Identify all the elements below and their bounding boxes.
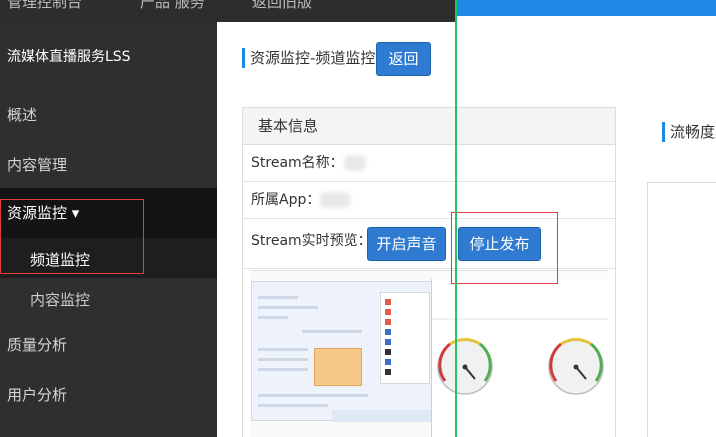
top-blue-bar [455,0,716,16]
app-row: 所属App： [243,182,615,219]
sidebar-item-content-monitor[interactable]: 内容监控 [30,289,90,310]
sidebar-item-user-analysis[interactable]: 用户分析 [7,384,67,405]
sidebar-item-label: 频道监控 [30,251,91,269]
preview-menu [380,292,430,384]
enable-sound-button[interactable]: 开启声音 [367,227,446,261]
gauge-icons [432,318,608,395]
sidebar-title: 流媒体直播服务LSS [7,49,131,65]
panel-title: 基本信息 [243,108,615,145]
back-button[interactable]: 返回 [376,42,431,76]
sidebar-item-content-management[interactable]: 内容管理 [7,154,67,175]
basic-info-panel: 基本信息 Stream名称： 所属App： Stream实时预览： 开启声音 停… [242,107,616,437]
fluency-monitor-title: 流畅度监 [662,122,716,142]
preview-bottom-bar [332,410,432,422]
page-title: 资源监控-频道监控 [242,48,375,68]
nav-old-version[interactable]: 返回旧版 [252,0,312,12]
app-label: 所属App： [251,192,321,208]
preview-gauges [431,279,608,437]
stop-publish-button[interactable]: 停止发布 [458,227,541,261]
guide-line [455,0,457,437]
preview-label: Stream实时预览： [251,233,372,249]
sidebar: 流媒体直播服务LSS 概述 内容管理 资源监控 ▾ 频道监控 内容监控 质量分析… [0,22,217,437]
preview-screenshot-left [251,281,433,422]
sidebar-item-label: 资源监控 ▾ [7,204,80,222]
sidebar-item-channel-monitor[interactable]: 频道监控 [0,238,217,278]
main-content: 资源监控-频道监控 返回 基本信息 Stream名称： 所属App： Strea… [217,22,716,437]
preview-row: Stream实时预览： 开启声音 停止发布 [243,219,615,269]
app-value-blurred [320,192,351,208]
gauge-icon-left [437,337,493,395]
sidebar-item-resource-monitor[interactable]: 资源监控 ▾ [0,188,217,238]
nav-console[interactable]: 管理控制台 [7,0,82,12]
stream-name-value-blurred [343,155,366,171]
nav-products[interactable]: 产品 服务 [140,0,205,12]
gauge-icon-right [548,337,604,395]
top-bar: 管理控制台 产品 服务 返回旧版 [0,0,716,22]
preview-orange-box [314,348,362,386]
stream-name-label: Stream名称： [251,155,344,171]
sidebar-item-overview[interactable]: 概述 [7,104,37,125]
sidebar-item-quality-analysis[interactable]: 质量分析 [7,334,67,355]
fluency-panel [647,182,716,437]
stream-preview-video[interactable] [251,270,608,437]
stream-name-row: Stream名称： [243,145,615,182]
